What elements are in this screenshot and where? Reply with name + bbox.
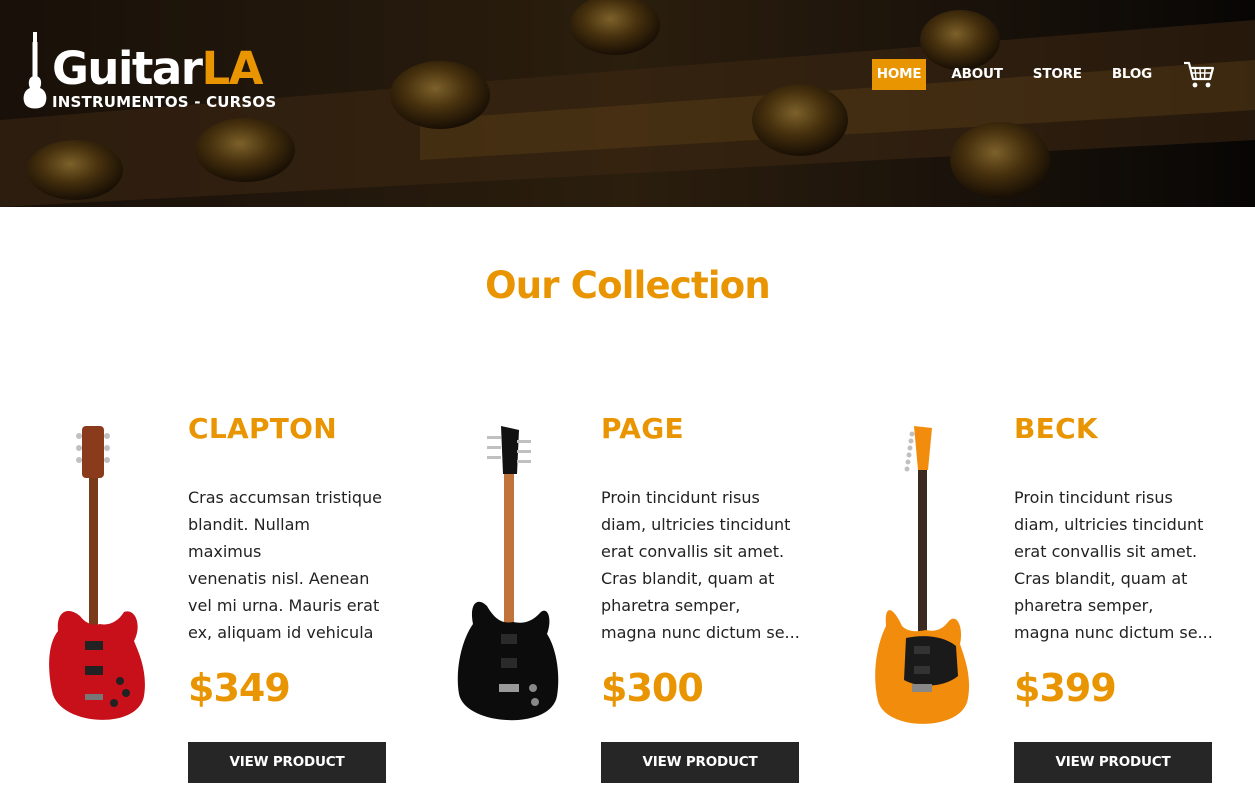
main-navigation: HOME ABOUT STORE BLOG (871, 59, 1215, 90)
logo-wordmark: GuitarLA (52, 42, 263, 95)
product-info: PAGE Proin tincidunt risus diam, ultrici… (601, 410, 801, 783)
product-card: BECK Proin tincidunt risus diam, ultrici… (864, 410, 1255, 788)
logo-tagline: INSTRUMENTOS - CURSOS (52, 93, 277, 111)
site-logo[interactable]: GuitarLA INSTRUMENTOS - CURSOS (22, 32, 292, 112)
product-price: $300 (601, 666, 704, 710)
guitar-product-image (49, 426, 145, 720)
nav-store-link[interactable]: STORE (1028, 59, 1087, 90)
view-product-button[interactable]: VIEW PRODUCT (188, 742, 386, 783)
nav-home-link[interactable]: HOME (871, 59, 927, 90)
collection-heading: Our Collection (485, 264, 771, 307)
view-product-button[interactable]: VIEW PRODUCT (601, 742, 799, 783)
product-description: Cras accumsan tristique blandit. Nullam … (188, 488, 382, 642)
guitar-logo-icon (23, 32, 47, 109)
product-price: $399 (1014, 666, 1117, 710)
product-card: PAGE Proin tincidunt risus diam, ultrici… (451, 410, 851, 788)
product-name: BECK (1014, 412, 1098, 445)
nav-about-link[interactable]: ABOUT (946, 59, 1007, 90)
guitar-product-image (457, 426, 559, 721)
product-info: BECK Proin tincidunt risus diam, ultrici… (1014, 410, 1214, 783)
shopping-cart-icon[interactable] (1183, 60, 1215, 90)
product-description: Proin tincidunt risus diam, ultricies ti… (1014, 488, 1213, 642)
nav-blog-link[interactable]: BLOG (1107, 59, 1157, 90)
site-header: GuitarLA INSTRUMENTOS - CURSOS HOME ABOU… (0, 0, 1255, 207)
product-card: CLAPTON Cras accumsan tristique blandit.… (38, 410, 438, 788)
product-price: $349 (188, 666, 291, 710)
product-info: CLAPTON Cras accumsan tristique blandit.… (188, 410, 388, 783)
product-name: PAGE (601, 412, 684, 445)
product-description: Proin tincidunt risus diam, ultricies ti… (601, 488, 800, 642)
product-name: CLAPTON (188, 412, 338, 445)
guitar-product-image (875, 426, 970, 724)
view-product-button[interactable]: VIEW PRODUCT (1014, 742, 1212, 783)
